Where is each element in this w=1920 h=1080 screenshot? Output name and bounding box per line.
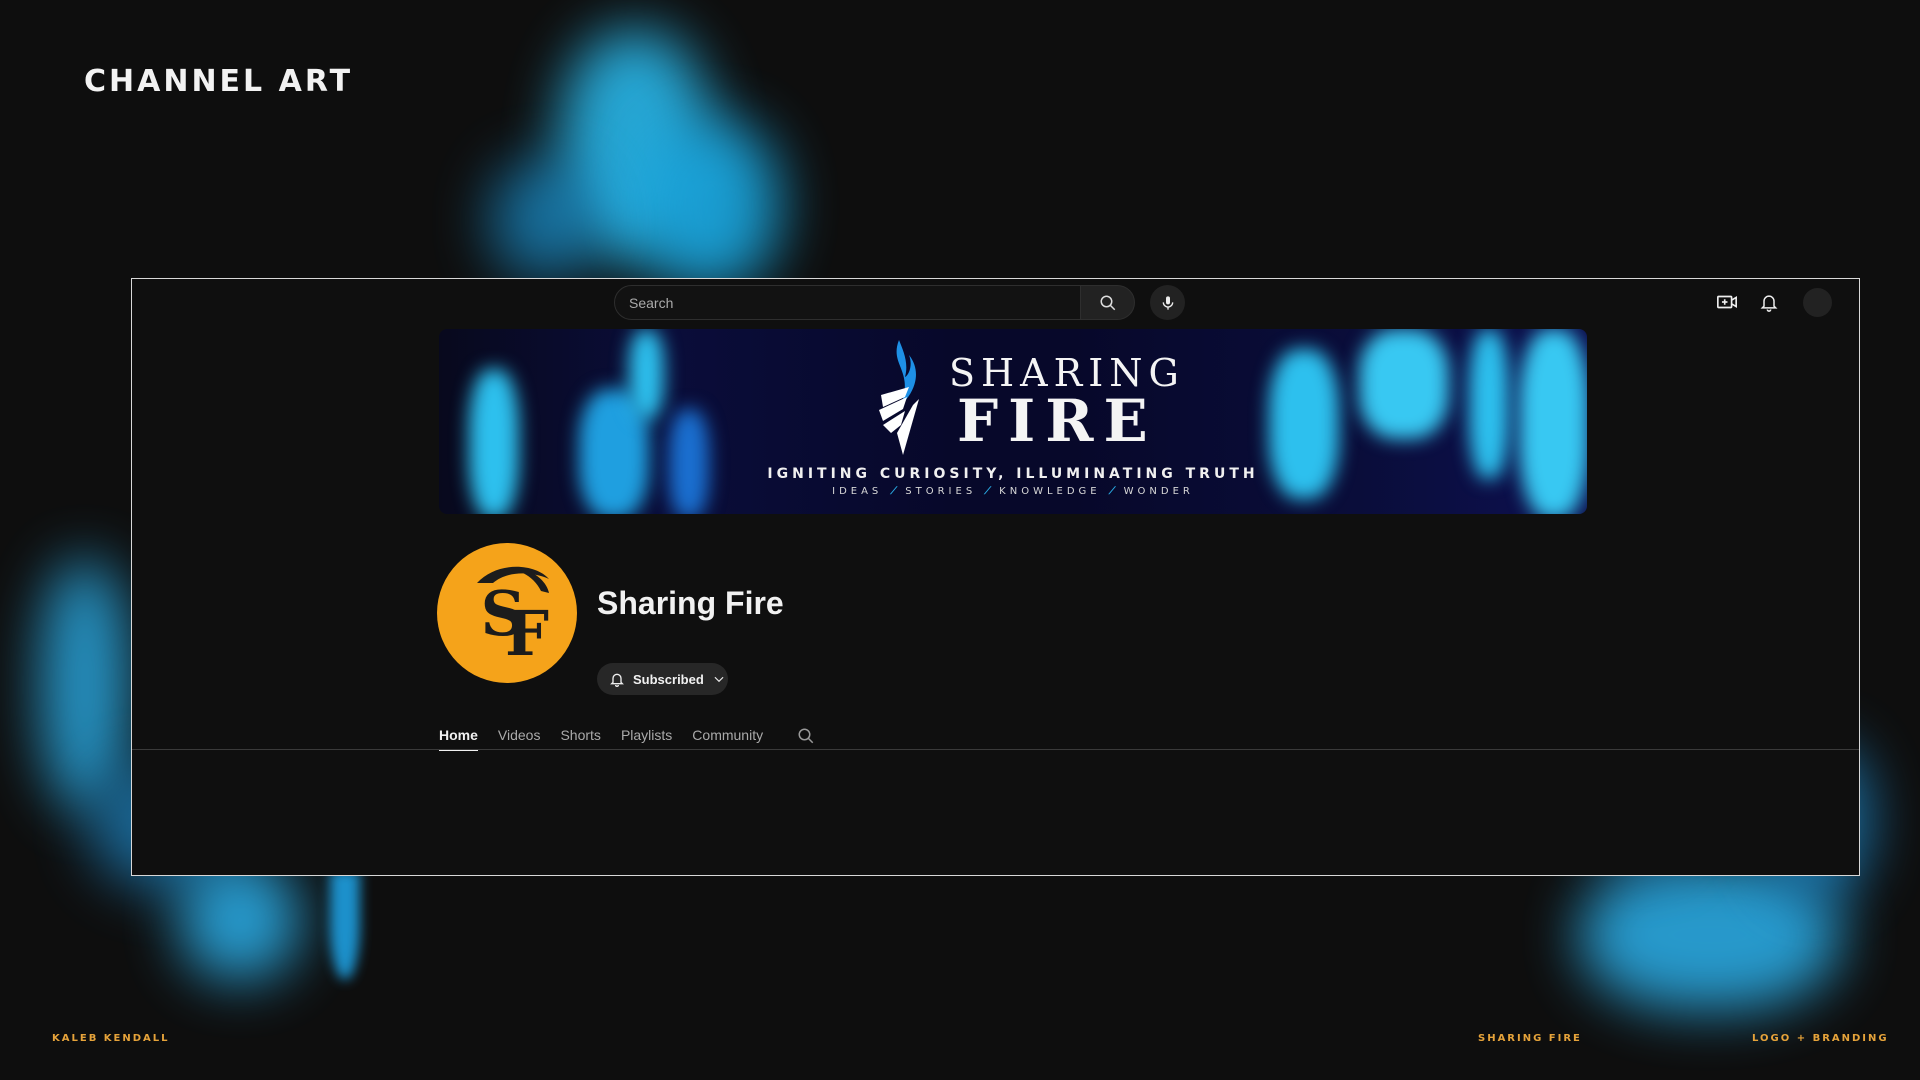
banner-flame xyxy=(669,409,709,514)
subscribed-button[interactable]: Subscribed xyxy=(597,663,728,695)
create-video-icon xyxy=(1717,295,1737,309)
presentation-slide: CHANNEL ART Search SHARING FIRE IGNITING… xyxy=(0,0,1920,1080)
flame-blob xyxy=(180,860,300,980)
bell-icon xyxy=(610,673,624,687)
channel-banner: SHARING FIRE IGNITING CURIOSITY, ILLUMIN… xyxy=(439,329,1587,514)
footer-author: KALEB KENDALL xyxy=(52,1033,170,1044)
user-avatar[interactable] xyxy=(1803,288,1832,317)
banner-flame xyxy=(1359,329,1449,439)
svg-text:F: F xyxy=(505,597,549,670)
section-title: CHANNEL ART xyxy=(84,64,354,99)
channel-name: Sharing Fire xyxy=(597,585,784,621)
banner-sub-item: STORIES xyxy=(905,486,977,497)
flame-logo-icon xyxy=(879,340,919,455)
tab-shorts[interactable]: Shorts xyxy=(550,719,610,751)
tab-videos[interactable]: Videos xyxy=(488,719,551,751)
search-button[interactable] xyxy=(1081,285,1135,320)
banner-sub-item: IDEAS xyxy=(832,486,883,497)
bell-icon xyxy=(1760,295,1778,312)
flame-blob xyxy=(490,160,600,280)
tab-playlists[interactable]: Playlists xyxy=(611,719,682,751)
create-button[interactable] xyxy=(1714,289,1740,315)
chevron-down-icon xyxy=(714,676,724,683)
banner-flame xyxy=(1469,329,1509,479)
flame-blob xyxy=(640,120,780,290)
flame-blob xyxy=(40,560,130,810)
voice-search-button[interactable] xyxy=(1150,285,1185,320)
tabs-divider xyxy=(132,749,1859,750)
flame-blob xyxy=(330,870,360,980)
footer-project: SHARING FIRE xyxy=(1478,1033,1582,1044)
banner-sub-separator: ⟋ xyxy=(890,486,898,497)
notifications-button[interactable] xyxy=(1756,289,1782,315)
banner-sub-separator: ⟋ xyxy=(984,486,992,497)
search-icon[interactable] xyxy=(797,727,815,745)
banner-sub-item: WONDER xyxy=(1123,486,1194,497)
subscribed-label: Subscribed xyxy=(633,671,704,687)
footer-category: LOGO + BRANDING xyxy=(1752,1033,1889,1044)
search-input[interactable]: Search xyxy=(614,285,1081,320)
channel-avatar[interactable]: S F xyxy=(437,543,577,683)
search-icon xyxy=(1100,295,1115,310)
banner-title-line2: FIRE xyxy=(957,387,1158,455)
tab-community[interactable]: Community xyxy=(682,719,773,751)
channel-tabs: Home Videos Shorts Playlists Community xyxy=(439,719,773,751)
banner-flame xyxy=(629,329,664,419)
banner-subtitle: IDEAS ⟋ STORIES ⟋ KNOWLEDGE ⟋ WONDER xyxy=(439,486,1587,497)
microphone-icon xyxy=(1162,295,1173,310)
banner-tagline: IGNITING CURIOSITY, ILLUMINATING TRUTH xyxy=(767,466,1259,482)
youtube-channel-mockup: Search SHARING FIRE IGNITING CURIOSITY, … xyxy=(131,278,1860,876)
banner-sub-item: KNOWLEDGE xyxy=(999,486,1101,497)
tab-home[interactable]: Home xyxy=(439,719,488,751)
banner-sub-separator: ⟋ xyxy=(1108,486,1116,497)
